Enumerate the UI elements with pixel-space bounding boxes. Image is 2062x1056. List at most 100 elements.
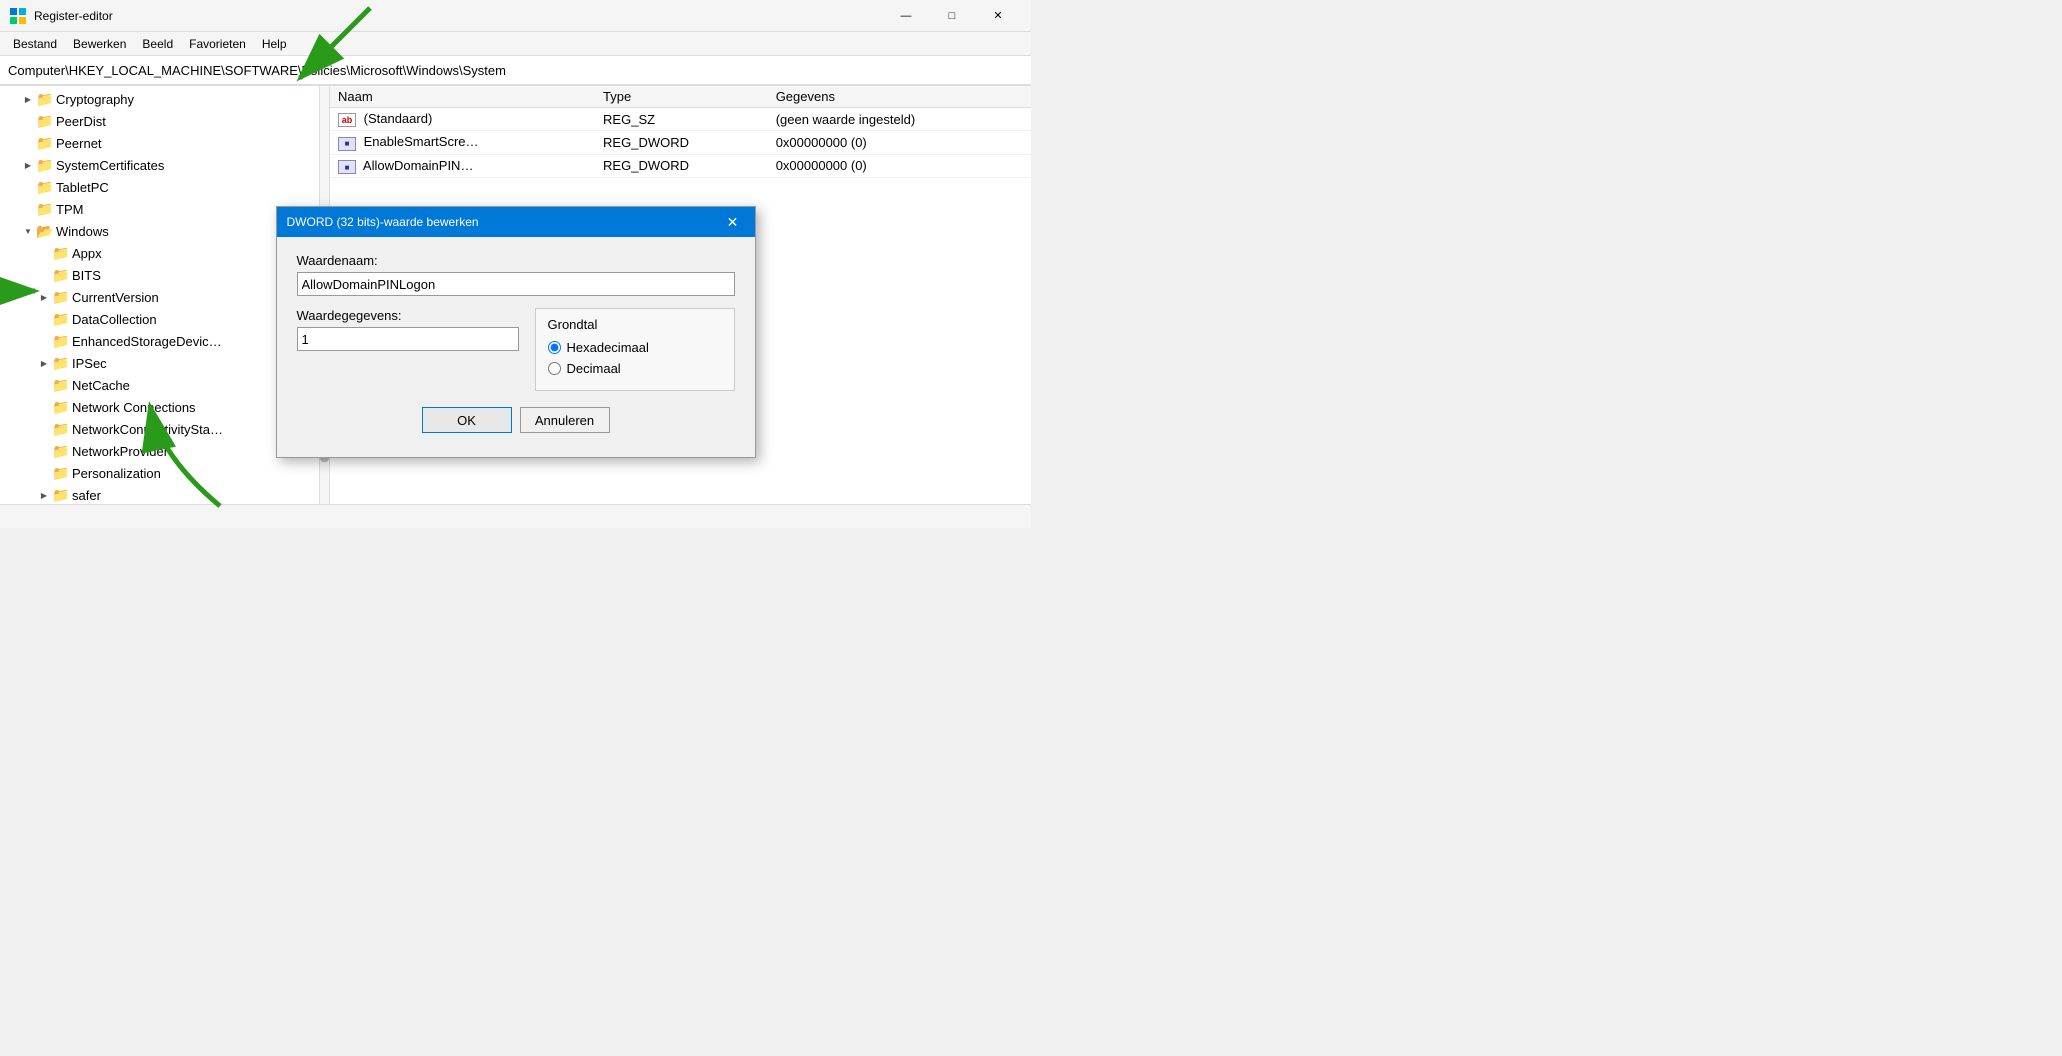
expand-arrow-peernet [20, 135, 36, 151]
folder-icon-safer: 📁 [52, 487, 68, 503]
registry-table: Naam Type Gegevens ab (Standaard) REG_SZ… [330, 86, 1031, 178]
expand-arrow-safer: ▶ [36, 487, 52, 503]
folder-icon-windows: 📂 [36, 223, 52, 239]
menu-help[interactable]: Help [254, 35, 295, 53]
tree-item-tpm[interactable]: 📁 TPM [0, 198, 319, 220]
tree-item-bits[interactable]: 📁 BITS [0, 264, 319, 286]
tree-item-networkconn2[interactable]: 📁 NetworkConnectivitySta… [0, 418, 319, 440]
tree-label-networkconnections: Network Connections [72, 400, 196, 415]
reg-name-1: ■ EnableSmartScre… [330, 131, 595, 155]
tree-item-networkprovider[interactable]: 📁 NetworkProvider [0, 440, 319, 462]
address-bar [0, 56, 1031, 86]
reg-type-1: REG_DWORD [595, 131, 768, 155]
folder-icon-cryptography: 📁 [36, 91, 52, 107]
dialog-body: Waardenaam: Waardegegevens: Grondtal Hex… [277, 237, 755, 457]
dialog-close-button[interactable]: ✕ [721, 210, 745, 234]
tree-item-systemcerts[interactable]: ▶ 📁 SystemCertificates [0, 154, 319, 176]
dialog-row-value: Waardegegevens: Grondtal Hexadecimaal [297, 308, 735, 391]
table-row[interactable]: ■ EnableSmartScre… REG_DWORD 0x00000000 … [330, 131, 1031, 155]
tree-item-cryptography[interactable]: ▶ 📁 Cryptography [0, 88, 319, 110]
folder-icon-datacollection: 📁 [52, 311, 68, 327]
radio-hex-text: Hexadecimaal [567, 340, 649, 355]
dialog-col-value: Waardegegevens: [297, 308, 519, 391]
app-icon [10, 8, 26, 24]
menu-bewerken[interactable]: Bewerken [65, 35, 134, 53]
minimize-button[interactable]: — [883, 0, 929, 32]
reg-icon-ab-0: ab [338, 113, 356, 127]
tree-item-personalization[interactable]: 📁 Personalization [0, 462, 319, 484]
tree-label-cryptography: Cryptography [56, 92, 134, 107]
expand-arrow-bits [36, 267, 52, 283]
tree-item-safer[interactable]: ▶ 📁 safer [0, 484, 319, 504]
radio-dec-label[interactable]: Decimaal [548, 361, 722, 376]
folder-icon-currentversion: 📁 [52, 289, 68, 305]
folder-icon-peerdist: 📁 [36, 113, 52, 129]
expand-arrow-peerdist [20, 113, 36, 129]
tree-label-appx: Appx [72, 246, 102, 261]
tree-label-personalization: Personalization [72, 466, 161, 481]
expand-arrow-networkprovider [36, 443, 52, 459]
dialog-title-bar: DWORD (32 bits)-waarde bewerken ✕ [277, 207, 755, 237]
main-content: ▶ 📁 Cryptography 📁 PeerDist 📁 Peernet ▶ … [0, 86, 1031, 504]
table-row[interactable]: ab (Standaard) REG_SZ (geen waarde inges… [330, 108, 1031, 131]
menu-beeld[interactable]: Beeld [134, 35, 181, 53]
radio-hex-label[interactable]: Hexadecimaal [548, 340, 722, 355]
expand-arrow-systemcerts: ▶ [20, 157, 36, 173]
close-button[interactable]: ✕ [975, 0, 1021, 32]
reg-icon-dword-2: ■ [338, 160, 356, 174]
dialog-title-text: DWORD (32 bits)-waarde bewerken [287, 215, 479, 229]
tree-item-currentversion[interactable]: ▶ 📁 CurrentVersion [0, 286, 319, 308]
reg-data-0: (geen waarde ingesteld) [768, 108, 1031, 131]
expand-arrow-ipsec: ▶ [36, 355, 52, 371]
table-row[interactable]: ■ AllowDomainPIN… REG_DWORD 0x00000000 (… [330, 154, 1031, 178]
tree-item-networkconnections[interactable]: 📁 Network Connections [0, 396, 319, 418]
radio-dec-input[interactable] [548, 362, 561, 375]
expand-arrow-networkconn2 [36, 421, 52, 437]
title-bar: Register-editor — □ ✕ [0, 0, 1031, 32]
tree-item-netcache[interactable]: 📁 NetCache [0, 374, 319, 396]
radio-hex-input[interactable] [548, 341, 561, 354]
tree-item-peerdist[interactable]: 📁 PeerDist [0, 110, 319, 132]
menu-favorieten[interactable]: Favorieten [181, 35, 254, 53]
tree-label-netcache: NetCache [72, 378, 130, 393]
reg-name-0: ab (Standaard) [330, 108, 595, 131]
value-name-input[interactable] [297, 272, 735, 296]
dialog-col-base: Grondtal Hexadecimaal Decimaal [535, 308, 735, 391]
folder-icon-tabletpc: 📁 [36, 179, 52, 195]
menu-bestand[interactable]: Bestand [5, 35, 65, 53]
folder-icon-personalization: 📁 [52, 465, 68, 481]
folder-icon-networkprovider: 📁 [52, 443, 68, 459]
folder-icon-bits: 📁 [52, 267, 68, 283]
folder-icon-systemcerts: 📁 [36, 157, 52, 173]
col-gegevens: Gegevens [768, 86, 1031, 108]
expand-arrow-cryptography: ▶ [20, 91, 36, 107]
tree-item-enhancedstorage[interactable]: 📁 EnhancedStorageDevic… [0, 330, 319, 352]
expand-arrow-windows: ▼ [20, 223, 36, 239]
tree-label-networkprovider: NetworkProvider [72, 444, 168, 459]
tree-item-ipsec[interactable]: ▶ 📁 IPSec [0, 352, 319, 374]
folder-icon-networkconnections: 📁 [52, 399, 68, 415]
expand-arrow-personalization [36, 465, 52, 481]
tree-item-datacollection[interactable]: 📁 DataCollection [0, 308, 319, 330]
expand-arrow-appx [36, 245, 52, 261]
reg-name-2: ■ AllowDomainPIN… [330, 154, 595, 178]
tree-label-networkconn2: NetworkConnectivitySta… [72, 422, 223, 437]
tree-panel[interactable]: ▶ 📁 Cryptography 📁 PeerDist 📁 Peernet ▶ … [0, 86, 320, 504]
tree-item-windows[interactable]: ▼ 📂 Windows [0, 220, 319, 242]
tree-item-tabletpc[interactable]: 📁 TabletPC [0, 176, 319, 198]
expand-arrow-networkconnections [36, 399, 52, 415]
value-name-label: Waardenaam: [297, 253, 735, 268]
value-data-input[interactable] [297, 327, 519, 351]
expand-arrow-currentversion: ▶ [36, 289, 52, 305]
tree-item-peernet[interactable]: 📁 Peernet [0, 132, 319, 154]
window-title: Register-editor [34, 9, 883, 23]
base-label: Grondtal [548, 317, 722, 332]
maximize-button[interactable]: □ [929, 0, 975, 32]
cancel-button[interactable]: Annuleren [520, 407, 610, 433]
tree-label-bits: BITS [72, 268, 101, 283]
radio-group-base: Grondtal Hexadecimaal Decimaal [535, 308, 735, 391]
address-input[interactable] [8, 63, 1023, 78]
ok-button[interactable]: OK [422, 407, 512, 433]
reg-icon-dword-1: ■ [338, 137, 356, 151]
tree-item-appx[interactable]: 📁 Appx [0, 242, 319, 264]
